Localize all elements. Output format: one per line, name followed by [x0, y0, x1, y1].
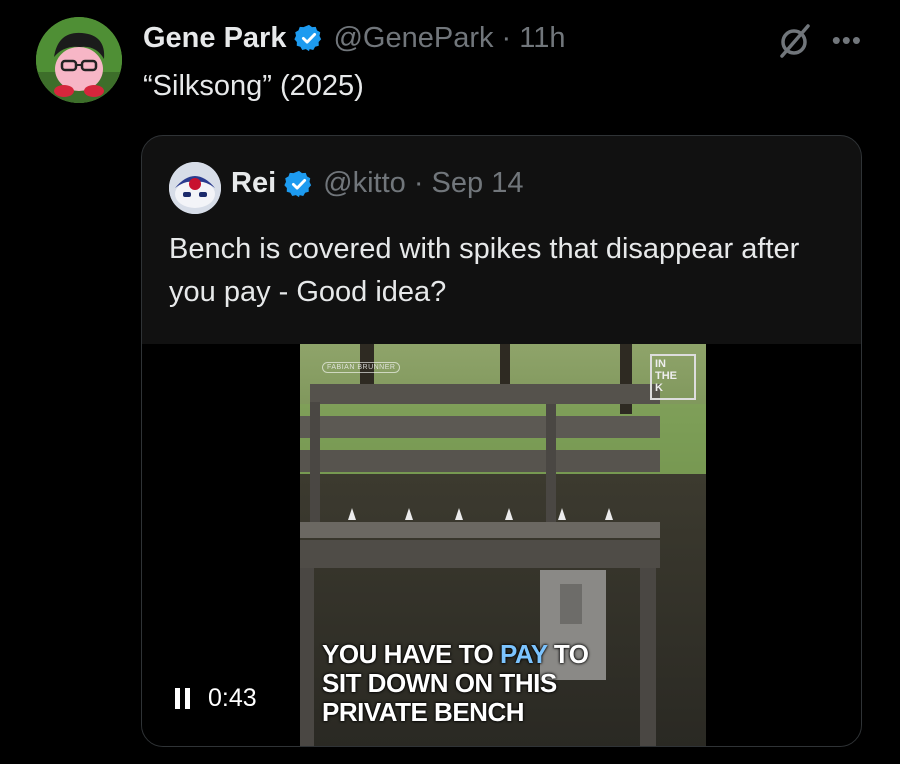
quoted-tweet-header: Rei @kitto · Sep 14	[231, 167, 523, 200]
more-options-icon[interactable]: •••	[832, 27, 862, 53]
quoted-author-handle-timestamp[interactable]: @kitto · Sep 14	[323, 167, 523, 200]
author-name[interactable]: Gene Park	[143, 22, 286, 55]
verified-badge-icon[interactable]	[284, 169, 314, 199]
pause-icon[interactable]	[175, 688, 190, 709]
video-controls: 0:43	[175, 684, 257, 713]
video-caption: YOU HAVE TO PAY TO SIT DOWN ON THIS PRIV…	[322, 639, 589, 727]
verified-badge-icon[interactable]	[294, 23, 324, 53]
video-logo: IN THE K	[650, 354, 696, 400]
quoted-tweet-card[interactable]: Rei @kitto · Sep 14 Bench is covered wit…	[141, 135, 862, 747]
grok-icon[interactable]	[774, 20, 814, 60]
video-frame[interactable]: FABIAN BRUNNER IN THE K YOU HAVE TO PAY TO…	[300, 344, 706, 746]
quoted-tweet-text: Bench is covered with spikes that disapp…	[169, 233, 800, 308]
quoted-author-avatar[interactable]	[169, 162, 221, 214]
video-time: 0:43	[208, 684, 257, 712]
quoted-author-name[interactable]: Rei	[231, 167, 276, 200]
video-watermark: FABIAN BRUNNER	[322, 362, 401, 373]
video-player[interactable]: FABIAN BRUNNER IN THE K YOU HAVE TO PAY TO…	[142, 344, 861, 746]
tweet-actions-top: •••	[774, 20, 862, 60]
tweet-text: “Silksong” (2025)	[143, 70, 364, 102]
tweet-header: Gene Park @GenePark · 11h	[143, 18, 566, 58]
author-avatar[interactable]	[36, 17, 122, 103]
author-handle-timestamp[interactable]: @GenePark · 11h	[333, 22, 565, 55]
